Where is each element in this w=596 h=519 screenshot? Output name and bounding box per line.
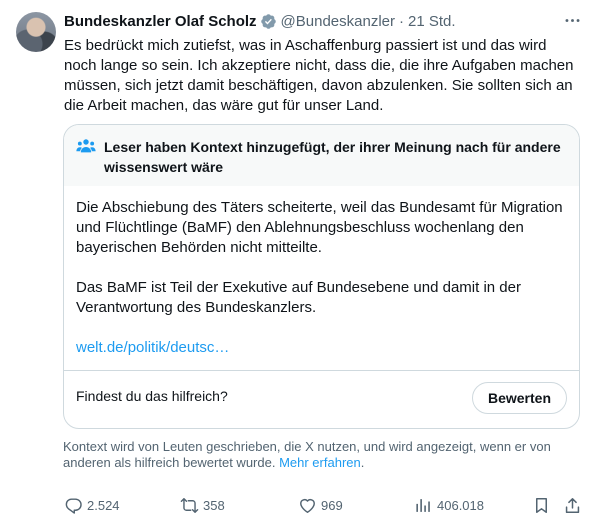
author-handle[interactable]: @Bundeskanzler xyxy=(281,13,395,30)
share-icon xyxy=(565,497,580,513)
like-button[interactable]: 969 xyxy=(298,494,343,516)
verified-badge-icon xyxy=(260,13,277,30)
source-link[interactable]: welt.de/politik/deutsc… xyxy=(76,338,229,358)
divider xyxy=(64,370,579,371)
tweet: Bundeskanzler Olaf Scholz @Bundeskanzler… xyxy=(0,0,596,519)
context-info-end: . xyxy=(360,455,365,470)
bookmark-button[interactable] xyxy=(532,494,555,516)
community-note-title: Leser haben Kontext hinzugefügt, der ihr… xyxy=(104,139,561,175)
community-note-header: Leser haben Kontext hinzugefügt, der ihr… xyxy=(64,125,579,186)
action-bar: 2.524 358 969 406.018 xyxy=(0,494,596,516)
people-icon xyxy=(76,138,96,154)
bookmark-icon xyxy=(535,497,548,513)
reply-count: 2.524 xyxy=(87,497,120,513)
repost-button[interactable]: 358 xyxy=(180,494,225,516)
community-note-paragraph: Die Abschiebung des Täters scheiterte, w… xyxy=(76,199,563,256)
learn-more-link[interactable]: Mehr erfahren xyxy=(279,455,361,470)
community-note-body: Die Abschiebung des Täters scheiterte, w… xyxy=(76,198,566,338)
tweet-header: Bundeskanzler Olaf Scholz @Bundeskanzler… xyxy=(64,11,456,31)
repost-count: 358 xyxy=(203,497,225,513)
reply-button[interactable]: 2.524 xyxy=(64,494,120,516)
tweet-text: Es bedrückt mich zutiefst, was in Aschaf… xyxy=(64,37,574,114)
views-button[interactable]: 406.018 xyxy=(414,494,484,516)
community-note-paragraph: Das BaMF ist Teil der Exekutive auf Bund… xyxy=(76,279,521,316)
author-name[interactable]: Bundeskanzler Olaf Scholz xyxy=(64,13,257,30)
helpful-question: Findest du das hilfreich? xyxy=(76,388,228,404)
more-dots-icon[interactable] xyxy=(561,9,583,31)
share-button[interactable] xyxy=(563,494,586,516)
heart-icon xyxy=(300,498,315,513)
context-info: Kontext wird von Leuten geschrieben, die… xyxy=(63,439,563,471)
community-note: Leser haben Kontext hinzugefügt, der ihr… xyxy=(63,124,580,429)
views-count: 406.018 xyxy=(437,497,484,513)
repost-icon xyxy=(180,497,199,513)
views-icon xyxy=(416,498,430,512)
like-count: 969 xyxy=(321,497,343,513)
avatar[interactable] xyxy=(16,12,56,52)
reply-icon xyxy=(65,497,82,514)
header-separator: · xyxy=(399,12,405,30)
rate-button[interactable]: Bewerten xyxy=(472,382,567,414)
tweet-time[interactable]: 21 Std. xyxy=(408,13,456,30)
